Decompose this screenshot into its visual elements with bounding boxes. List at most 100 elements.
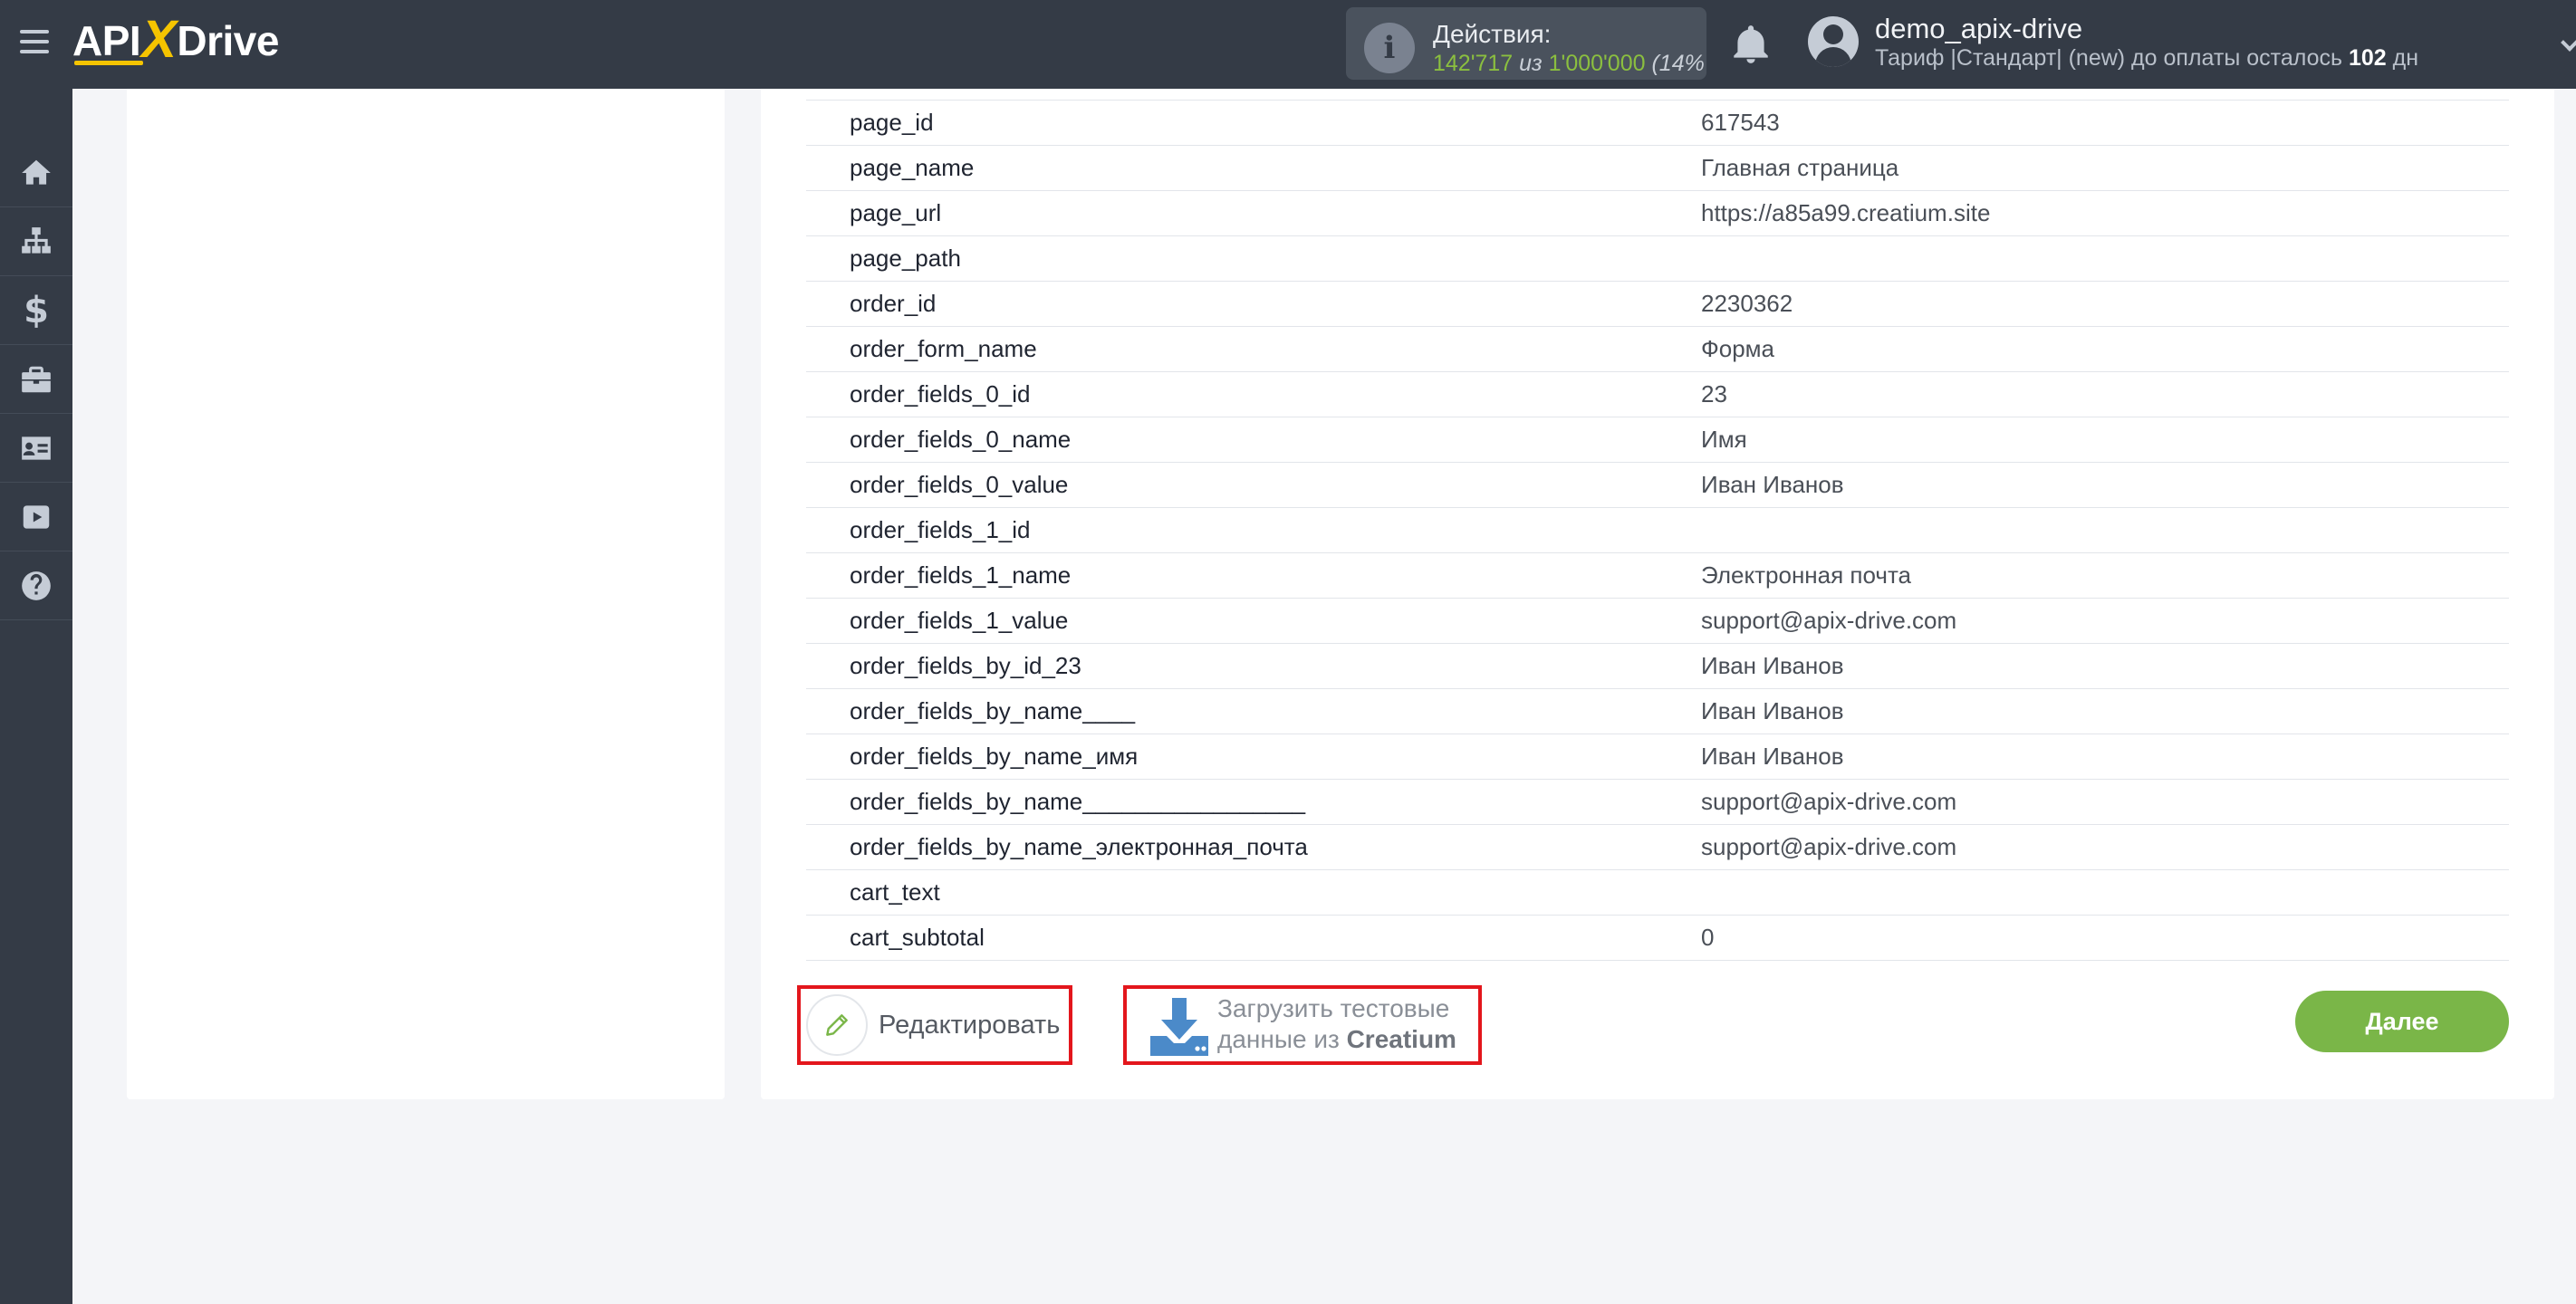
field-value: Форма — [1701, 335, 1775, 362]
load-button-line1: Загрузить тестовые — [1217, 994, 1450, 1022]
field-value: support@apix-drive.com — [1701, 833, 1957, 860]
field-key: order_fields_0_name — [850, 426, 1072, 453]
sidebar-item-connections[interactable] — [0, 207, 72, 276]
pencil-icon — [806, 994, 868, 1056]
field-value: support@apix-drive.com — [1701, 788, 1957, 815]
sidebar-item-services[interactable] — [0, 345, 72, 414]
table-row: order_fields_by_name____ Иван Иванов — [806, 689, 2509, 734]
top-bar: API X Drive i Действия: 142'717 из 1'000'0… — [0, 0, 2576, 89]
actions-used: 142'717 — [1433, 51, 1514, 76]
test-data-table: page_id 617543 page_name Главная страница pa… — [806, 100, 2509, 961]
tariff-prefix: Тариф |Стандарт| (new) до оплаты осталос… — [1875, 45, 2343, 71]
sidebar-item-home[interactable] — [0, 139, 72, 207]
table-row: order_fields_by_name_имя Иван Иванов — [806, 734, 2509, 780]
field-key: order_fields_by_name_________________ — [850, 788, 1306, 815]
field-value: 23 — [1701, 380, 1727, 408]
field-value: Иван Иванов — [1701, 697, 1844, 724]
help-icon — [22, 570, 51, 600]
sidebar: $ — [0, 89, 72, 1304]
field-key: cart_subtotal — [850, 924, 985, 951]
dollar-icon: $ — [24, 289, 49, 331]
sidebar-item-help[interactable] — [0, 551, 72, 620]
field-key: page_name — [850, 154, 975, 181]
next-button[interactable]: Далее — [2295, 991, 2509, 1052]
chevron-down-icon[interactable] — [2561, 34, 2576, 52]
sidebar-item-billing[interactable]: $ — [0, 276, 72, 345]
tariff-info: Тариф |Стандарт| (new) до оплаты осталос… — [1875, 45, 2418, 72]
field-key: order_fields_0_id — [850, 380, 1031, 408]
field-key: order_fields_by_id_23 — [850, 652, 1081, 679]
field-key: order_id — [850, 290, 937, 317]
briefcase-icon — [22, 366, 51, 392]
actions-label: Действия: — [1433, 20, 1552, 48]
table-row: order_fields_0_value Иван Иванов — [806, 463, 2509, 508]
tariff-days: 102 — [2348, 45, 2387, 71]
logo-api-text: API — [72, 17, 141, 64]
load-button-brand: Creatium — [1346, 1025, 1456, 1053]
field-key: page_url — [850, 199, 942, 226]
load-test-data-button[interactable]: Загрузить тестовые данные из Creatium — [1123, 985, 1482, 1065]
apixdrive-logo[interactable]: API X Drive — [72, 10, 279, 69]
field-key: page_path — [850, 244, 961, 272]
table-row: page_path — [806, 236, 2509, 282]
field-key: cart_text — [850, 878, 940, 906]
table-row: order_fields_by_id_23 Иван Иванов — [806, 644, 2509, 689]
field-value: Иван Иванов — [1701, 471, 1844, 498]
bell-icon[interactable] — [1728, 22, 1773, 67]
sidebar-item-contacts[interactable] — [0, 414, 72, 483]
field-key: order_fields_by_name____ — [850, 697, 1136, 724]
table-row: order_id 2230362 — [806, 282, 2509, 327]
actions-of: из — [1519, 51, 1543, 76]
field-key: page_id — [850, 109, 934, 136]
table-row: order_fields_1_id — [806, 508, 2509, 553]
left-panel — [127, 89, 725, 1099]
field-value: https://a85a99.creatium.site — [1701, 199, 1991, 226]
table-row: order_fields_1_value support@apix-drive.c… — [806, 599, 2509, 644]
home-icon — [22, 159, 51, 185]
field-value: Иван Иванов — [1701, 652, 1844, 679]
field-value: support@apix-drive.com — [1701, 607, 1957, 634]
menu-icon[interactable] — [20, 27, 49, 56]
table-row: cart_subtotal 0 — [806, 916, 2509, 961]
table-row: order_fields_0_name Имя — [806, 417, 2509, 463]
field-key: order_fields_by_name_электронная_почта — [850, 833, 1308, 860]
field-key: order_fields_1_value — [850, 607, 1069, 634]
download-icon — [1150, 998, 1208, 1056]
table-row: order_fields_0_id 23 — [806, 372, 2509, 417]
field-value: Главная страница — [1701, 154, 1899, 181]
edit-button[interactable]: Редактировать — [797, 985, 1072, 1065]
field-value: 0 — [1701, 924, 1715, 951]
youtube-icon — [23, 504, 50, 529]
table-row: order_fields_by_name_________________ sup… — [806, 780, 2509, 825]
actions-percent: (14% — [1651, 51, 1705, 76]
info-icon: i — [1364, 23, 1415, 73]
table-row: order_fields_1_name Электронная почта — [806, 553, 2509, 599]
field-value: Имя — [1701, 426, 1747, 453]
contact-card-icon — [22, 436, 51, 460]
field-key: order_fields_1_name — [850, 561, 1072, 589]
field-key: order_fields_by_name_имя — [850, 743, 1139, 770]
table-row: page_name Главная страница — [806, 146, 2509, 191]
table-row: page_id 617543 — [806, 101, 2509, 146]
data-panel: page_id 617543 page_name Главная страница pa… — [761, 89, 2554, 1099]
field-value: 2230362 — [1701, 290, 1793, 317]
actions-counter[interactable]: i Действия: 142'717 из 1'000'000 (14% — [1346, 7, 1706, 80]
username[interactable]: demo_apix-drive — [1875, 13, 2082, 45]
field-key: order_fields_0_value — [850, 471, 1069, 498]
edit-button-label: Редактировать — [879, 1011, 1061, 1040]
tariff-suffix: дн — [2392, 45, 2419, 71]
load-button-line2-prefix: данные из — [1217, 1025, 1340, 1053]
actions-count: 142'717 из 1'000'000 (14% — [1433, 51, 1705, 77]
field-value: Электронная почта — [1701, 561, 1912, 589]
avatar-icon[interactable] — [1808, 16, 1859, 67]
table-row: cart_text — [806, 870, 2509, 916]
sidebar-item-video[interactable] — [0, 483, 72, 551]
field-value: Иван Иванов — [1701, 743, 1844, 770]
logo-drive-text: Drive — [177, 17, 279, 64]
logo-x-text: X — [141, 9, 177, 69]
sitemap-icon — [22, 226, 51, 254]
table-row: page_url https://a85a99.creatium.site — [806, 191, 2509, 236]
field-key: order_form_name — [850, 335, 1037, 362]
actions-total: 1'000'000 — [1548, 51, 1646, 76]
logo-underline — [74, 61, 143, 65]
